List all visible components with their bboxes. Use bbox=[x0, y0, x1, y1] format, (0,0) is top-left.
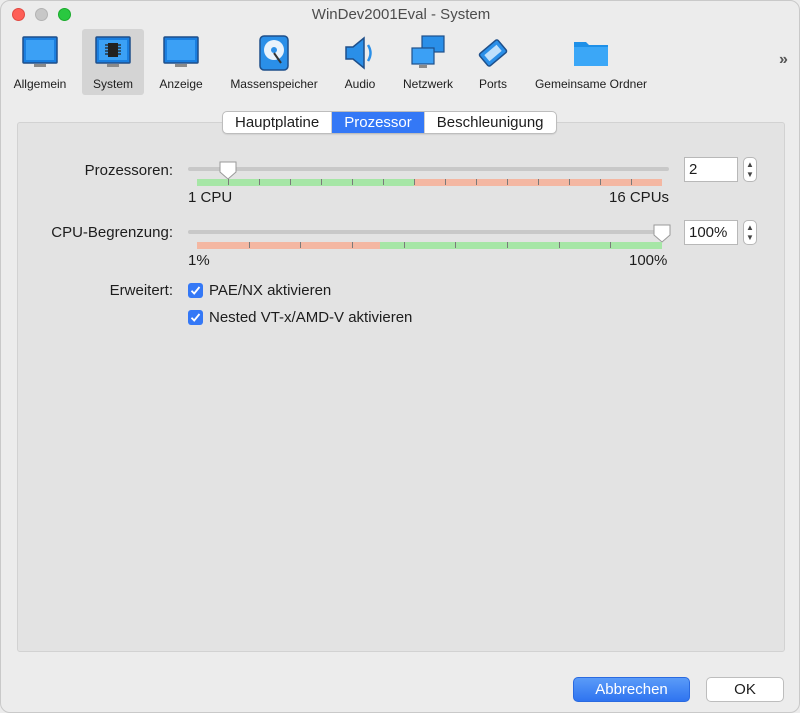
slider-tick bbox=[445, 179, 446, 185]
tab-bar: Hauptplatine Prozessor Beschleunigung bbox=[222, 111, 557, 134]
network-icon bbox=[408, 33, 448, 76]
processors-max-label: 16 CPUs bbox=[609, 189, 670, 206]
tab-prozessor[interactable]: Prozessor bbox=[332, 112, 425, 133]
cpu-limit-label: CPU-Begrenzung: bbox=[51, 224, 173, 241]
nested-vtx-checkbox[interactable] bbox=[188, 310, 203, 325]
cpu-limit-input[interactable]: 100% bbox=[684, 220, 738, 245]
toolbar-item-gemeinsame-ordner[interactable]: Gemeinsame Ordner bbox=[529, 29, 653, 95]
slider-tick bbox=[631, 179, 632, 185]
minimize-window-button[interactable] bbox=[35, 8, 48, 21]
processors-slider-thumb[interactable] bbox=[218, 160, 238, 180]
cpu-limit-slider-track[interactable] bbox=[188, 230, 669, 234]
toolbar-item-netzwerk[interactable]: Netzwerk bbox=[395, 29, 461, 95]
close-window-button[interactable] bbox=[12, 8, 25, 21]
slider-zone-second bbox=[380, 242, 662, 249]
ok-button[interactable]: OK bbox=[706, 677, 784, 702]
display-icon bbox=[161, 33, 201, 76]
cpu-limit-max-label: 100% bbox=[629, 252, 668, 269]
cancel-button[interactable]: Abbrechen bbox=[573, 677, 690, 702]
cpu-limit-min-label: 1% bbox=[188, 252, 210, 269]
slider-tick bbox=[321, 179, 322, 185]
nested-vtx-checkbox-row[interactable]: Nested VT-x/AMD-V aktivieren bbox=[188, 309, 412, 326]
pae-nx-label: PAE/NX aktivieren bbox=[209, 282, 332, 299]
toolbar-item-system[interactable]: System bbox=[82, 29, 144, 95]
slider-tick bbox=[228, 179, 229, 185]
slider-tick bbox=[569, 179, 570, 185]
window-title: WinDev2001Eval - System bbox=[311, 6, 491, 23]
pae-nx-checkbox-row[interactable]: PAE/NX aktivieren bbox=[188, 282, 331, 299]
slider-tick bbox=[352, 179, 353, 185]
zoom-window-button[interactable] bbox=[58, 8, 71, 21]
tab-hauptplatine[interactable]: Hauptplatine bbox=[223, 112, 333, 133]
tab-beschleunigung[interactable]: Beschleunigung bbox=[425, 112, 556, 133]
cpu-limit-stepper[interactable]: ▲ ▼ bbox=[743, 220, 757, 245]
disk-icon bbox=[254, 33, 294, 76]
toolbar-item-ports[interactable]: Ports bbox=[471, 29, 515, 95]
slider-tick bbox=[403, 242, 405, 248]
slider-tick bbox=[507, 179, 508, 185]
folder-icon bbox=[571, 33, 611, 76]
monitor-icon bbox=[20, 33, 60, 76]
slider-tick bbox=[538, 179, 539, 185]
cpu-limit-slider-thumb[interactable] bbox=[652, 223, 672, 243]
processors-label: Prozessoren: bbox=[84, 162, 173, 179]
slider-tick bbox=[300, 242, 302, 248]
chip-icon bbox=[93, 33, 133, 76]
slider-tick bbox=[558, 242, 560, 248]
slider-tick bbox=[259, 179, 260, 185]
slider-tick bbox=[455, 242, 457, 248]
slider-tick bbox=[600, 179, 601, 185]
processors-input[interactable]: 2 bbox=[684, 157, 738, 182]
slider-tick bbox=[507, 242, 508, 248]
slider-zone-first bbox=[197, 179, 414, 186]
speaker-icon bbox=[340, 33, 380, 76]
nested-vtx-label: Nested VT-x/AMD-V aktivieren bbox=[209, 309, 413, 326]
title-bar: WinDev2001Eval - System bbox=[1, 1, 799, 29]
toolbar-item-audio[interactable]: Audio bbox=[337, 29, 383, 95]
processors-slider-track[interactable] bbox=[188, 167, 669, 171]
extended-label: Erweitert: bbox=[109, 282, 173, 299]
settings-window: WinDev2001Eval - System Allgemein System… bbox=[0, 0, 800, 713]
slider-tick bbox=[476, 179, 477, 185]
toolbar-overflow-button[interactable]: » bbox=[779, 51, 788, 69]
slider-tick bbox=[414, 179, 415, 185]
slider-tick bbox=[290, 179, 291, 185]
processor-settings-panel bbox=[17, 122, 785, 652]
settings-toolbar: Allgemein System Anzeige Massenspeicher bbox=[1, 29, 799, 95]
processors-stepper[interactable]: ▲ ▼ bbox=[743, 157, 757, 182]
pae-nx-checkbox[interactable] bbox=[188, 283, 203, 298]
ports-icon bbox=[473, 33, 513, 76]
toolbar-item-massenspeicher[interactable]: Massenspeicher bbox=[223, 29, 325, 95]
slider-tick bbox=[352, 242, 353, 248]
slider-tick bbox=[383, 179, 384, 185]
toolbar-item-allgemein[interactable]: Allgemein bbox=[7, 29, 73, 95]
toolbar-item-anzeige[interactable]: Anzeige bbox=[151, 29, 211, 95]
processors-min-label: 1 CPU bbox=[188, 189, 233, 206]
slider-tick bbox=[610, 242, 612, 248]
slider-tick bbox=[248, 242, 250, 248]
